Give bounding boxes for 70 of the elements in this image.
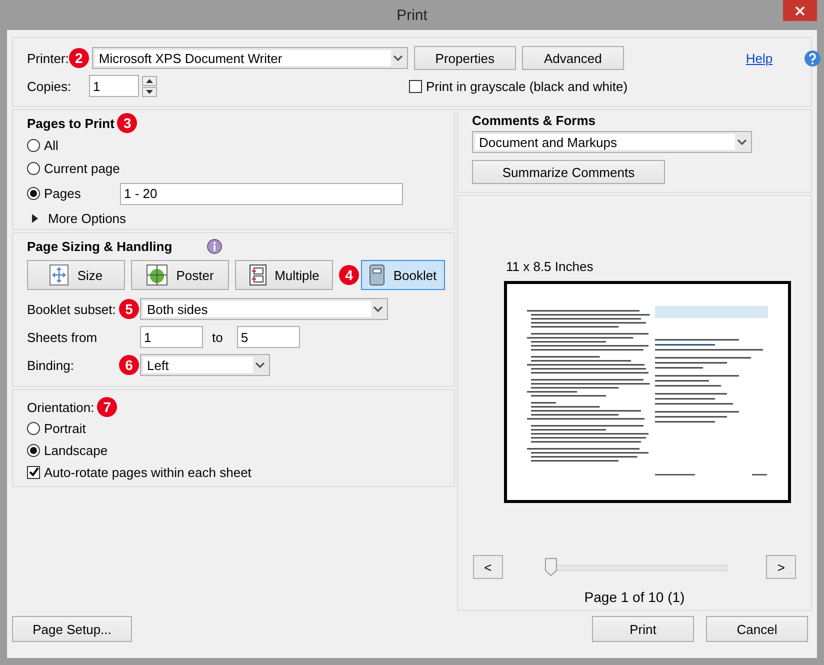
print-button[interactable]: Print	[592, 616, 694, 642]
dropdown[interactable]: Document and Markups	[472, 131, 752, 153]
paper-size-label: 11 x 8.5 Inches	[506, 259, 594, 274]
copies-label: Copies:	[27, 78, 72, 94]
book-icon	[369, 264, 386, 286]
radio-button[interactable]	[27, 444, 40, 456]
radio-button[interactable]	[27, 422, 40, 434]
help-link[interactable]: Help	[746, 50, 773, 66]
step-badge: 7	[97, 397, 118, 417]
field-label: Binding:	[27, 358, 75, 372]
option-label: All	[44, 138, 58, 154]
sheets-from-field[interactable]: 1	[140, 326, 203, 348]
radio-button[interactable]	[27, 162, 40, 176]
properties-button[interactable]: Properties	[414, 46, 516, 70]
mode-button[interactable]: Multiple	[235, 260, 333, 290]
mode-button[interactable]: Size	[27, 260, 125, 290]
page-setup-button[interactable]: Page Setup...	[12, 616, 132, 642]
field-label: Sheets from	[27, 330, 98, 344]
option-label: Pages	[44, 186, 82, 202]
step-badge: 6	[119, 355, 139, 375]
dropdown[interactable]: Both sides	[140, 298, 388, 320]
section-heading: Pages to Print	[27, 116, 114, 130]
option-label: Portrait	[44, 420, 86, 436]
dropdown[interactable]: Left	[140, 354, 270, 376]
expand-triangle-icon[interactable]	[32, 214, 38, 223]
advanced-button[interactable]: Advanced	[522, 46, 624, 70]
previous-page-button[interactable]: <	[473, 555, 503, 579]
auto-rotate-label: Auto-rotate pages within each sheet	[44, 464, 252, 480]
radio-button[interactable]	[27, 187, 40, 200]
to-label: to	[212, 330, 223, 344]
section-heading: Page Sizing & Handling	[27, 239, 174, 254]
orientation-label: Orientation:	[27, 400, 94, 414]
step-badge: 4	[339, 265, 359, 285]
radio-button[interactable]	[27, 139, 40, 152]
slider-thumb[interactable]	[544, 558, 557, 576]
pages-icon	[248, 264, 267, 286]
sheets-to-field[interactable]: 5	[236, 326, 300, 348]
step-badge: 3	[117, 113, 138, 133]
help-icon[interactable]	[804, 50, 821, 66]
checkbox[interactable]	[27, 466, 40, 478]
resize-arrows-icon	[49, 264, 70, 286]
summarize-comments-button[interactable]: Summarize Comments	[472, 160, 665, 184]
next-page-button[interactable]: >	[766, 555, 796, 579]
page-indicator: Page 1 of 10 (1)	[584, 589, 685, 605]
checkbox[interactable]	[409, 80, 422, 92]
option-label: Current page	[44, 161, 120, 176]
close-icon	[795, 6, 805, 16]
grayscale-label: Print in grayscale (black and white)	[426, 78, 628, 94]
more-options-toggle[interactable]: More Options	[48, 210, 126, 226]
cancel-button[interactable]: Cancel	[706, 616, 808, 642]
printer-label: Printer:	[27, 50, 69, 66]
close-button[interactable]	[783, 0, 817, 21]
section-heading: Comments & Forms	[472, 113, 597, 128]
copies-field[interactable]: 1	[89, 75, 139, 97]
mode-button[interactable]: Booklet	[361, 260, 445, 290]
increment-button[interactable]	[142, 76, 157, 86]
step-badge: 5	[119, 299, 139, 319]
mode-button[interactable]: Poster	[131, 260, 229, 290]
field-label: Booklet subset:	[27, 302, 117, 316]
info-icon[interactable]	[207, 239, 222, 254]
dropdown[interactable]: Microsoft XPS Document Writer	[92, 47, 408, 69]
decrement-button[interactable]	[142, 86, 157, 96]
pages-field[interactable]: 1 - 20	[120, 182, 403, 205]
page-slider[interactable]	[544, 558, 728, 576]
down-arrow-icon	[146, 90, 153, 94]
step-badge: 2	[68, 48, 89, 68]
up-arrow-icon	[146, 78, 153, 82]
tiles-icon	[146, 264, 168, 286]
window-title: Print	[396, 6, 428, 24]
option-label: Landscape	[44, 442, 108, 458]
